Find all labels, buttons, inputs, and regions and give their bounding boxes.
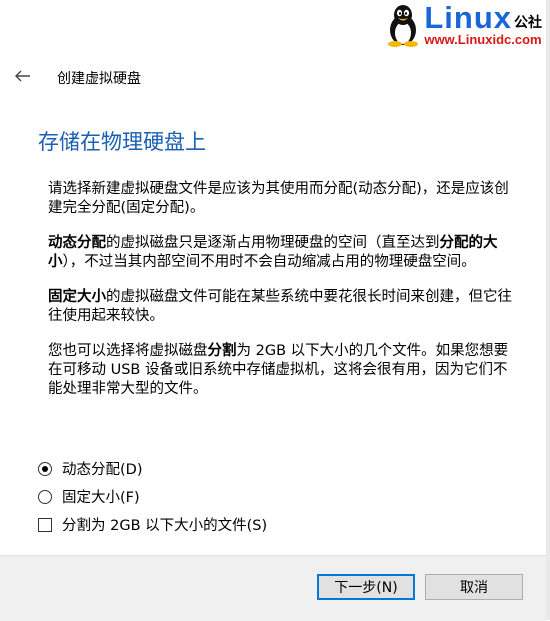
next-button[interactable]: 下一步(N): [317, 574, 415, 600]
linuxidc-watermark: Linux 公社 www.Linuxidc.com: [384, 2, 542, 47]
intro-paragraph: 请选择新建虚拟硬盘文件是应该为其使用而分配(动态分配)，还是应该创建完全分配(固…: [48, 181, 509, 216]
button-bar: 下一步(N) 取消: [0, 555, 546, 621]
window-edge: [546, 0, 550, 620]
dynamic-description: 动态分配的虚拟磁盘只是逐渐占用物理硬盘的空间（直至达到分配的大小），不过当其内部…: [48, 234, 518, 272]
split-option-label: 分割为 2GB 以下大小的文件(S): [62, 517, 268, 534]
dynamic-radio[interactable]: [38, 461, 52, 476]
dynamic-option-label: 动态分配(D): [62, 461, 143, 478]
cancel-button[interactable]: 取消: [425, 574, 523, 600]
fixed-option[interactable]: 固定大小(F): [38, 482, 267, 510]
watermark-url: www.Linuxidc.com: [424, 32, 542, 47]
back-arrow-icon: [15, 70, 30, 82]
dynamic-term: 动态分配: [48, 235, 106, 251]
create-virtual-disk-window: Linux 公社 www.Linuxidc.com 创建虚拟硬盘 存储在物理硬盘…: [0, 0, 550, 621]
fixed-text: 的虚拟磁盘文件可能在某些系统中要花很长时间来创建，但它往往使用起来较快。: [48, 289, 512, 324]
dynamic-text-1: 的虚拟磁盘只是逐渐占用物理硬盘的空间（直至达到: [106, 235, 440, 251]
dynamic-option[interactable]: 动态分配(D): [38, 454, 267, 482]
allocation-options: 动态分配(D) 固定大小(F) 分割为 2GB 以下大小的文件(S): [38, 454, 267, 538]
wizard-title: 创建虚拟硬盘: [57, 71, 141, 87]
wizard-header: 创建虚拟硬盘: [0, 60, 540, 96]
dynamic-text-2: ），不过当其内部空间不用时不会自动缩减占用的物理硬盘空间。: [62, 254, 476, 270]
back-button[interactable]: [11, 64, 35, 88]
watermark-brand: Linux: [424, 0, 512, 35]
watermark-brand-cn: 公社: [514, 15, 542, 31]
split-checkbox[interactable]: [38, 517, 52, 532]
fixed-radio[interactable]: [38, 489, 52, 504]
fixed-option-label: 固定大小(F): [62, 489, 140, 506]
split-description: 您也可以选择将虚拟磁盘分割为 2GB 以下大小的几个文件。如果您想要在可移动 U…: [48, 342, 518, 399]
split-text-1: 您也可以选择将虚拟磁盘: [48, 343, 208, 359]
description-content: 请选择新建虚拟硬盘文件是应该为其使用而分配(动态分配)，还是应该创建完全分配(固…: [48, 180, 518, 415]
fixed-description: 固定大小的虚拟磁盘文件可能在某些系统中要花很长时间来创建，但它往往使用起来较快。: [48, 288, 518, 326]
fixed-term: 固定大小: [48, 289, 106, 305]
split-term: 分割: [207, 343, 237, 359]
tux-penguin-icon: [388, 5, 419, 47]
split-option[interactable]: 分割为 2GB 以下大小的文件(S): [38, 510, 267, 538]
page-title: 存储在物理硬盘上: [38, 130, 206, 154]
